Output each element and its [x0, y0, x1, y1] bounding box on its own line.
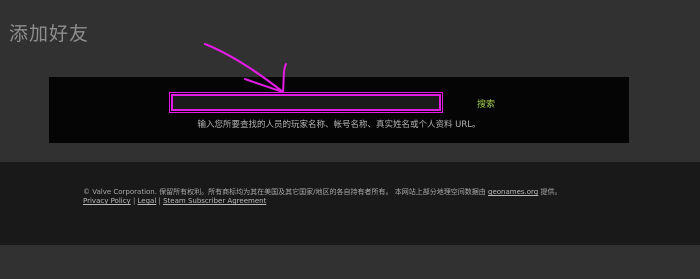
geonames-link[interactable]: geonames.org — [488, 188, 538, 196]
footer-links: Privacy Policy | Legal | Steam Subscribe… — [83, 197, 266, 205]
hand-drawn-arrow-icon — [203, 42, 287, 94]
footer-copyright: © Valve Corporation. 保留所有权利。所有商标均为其在美国及其… — [83, 187, 561, 197]
privacy-policy-link[interactable]: Privacy Policy — [83, 197, 131, 205]
copyright-suffix: 提供。 — [538, 188, 562, 196]
link-separator: | — [130, 197, 138, 205]
copyright-text: © Valve Corporation. 保留所有权利。所有商标均为其在美国及其… — [83, 188, 488, 196]
legal-link[interactable]: Legal — [138, 197, 157, 205]
page-title: 添加好友 — [9, 23, 90, 45]
footer: © Valve Corporation. 保留所有权利。所有商标均为其在美国及其… — [0, 162, 700, 245]
subscriber-agreement-link[interactable]: Steam Subscriber Agreement — [163, 197, 266, 205]
search-hint: 输入您所要查找的人员的玩家名称、帐号名称、真实姓名或个人资料 URL。 — [197, 120, 481, 130]
search-button[interactable]: 搜索 — [477, 97, 495, 110]
add-friend-page: 添加好友 搜索 输入您所要查找的人员的玩家名称、帐号名称、真实姓名或个人资料 U… — [0, 0, 700, 279]
search-panel: 搜索 输入您所要查找的人员的玩家名称、帐号名称、真实姓名或个人资料 URL。 — [49, 77, 629, 143]
